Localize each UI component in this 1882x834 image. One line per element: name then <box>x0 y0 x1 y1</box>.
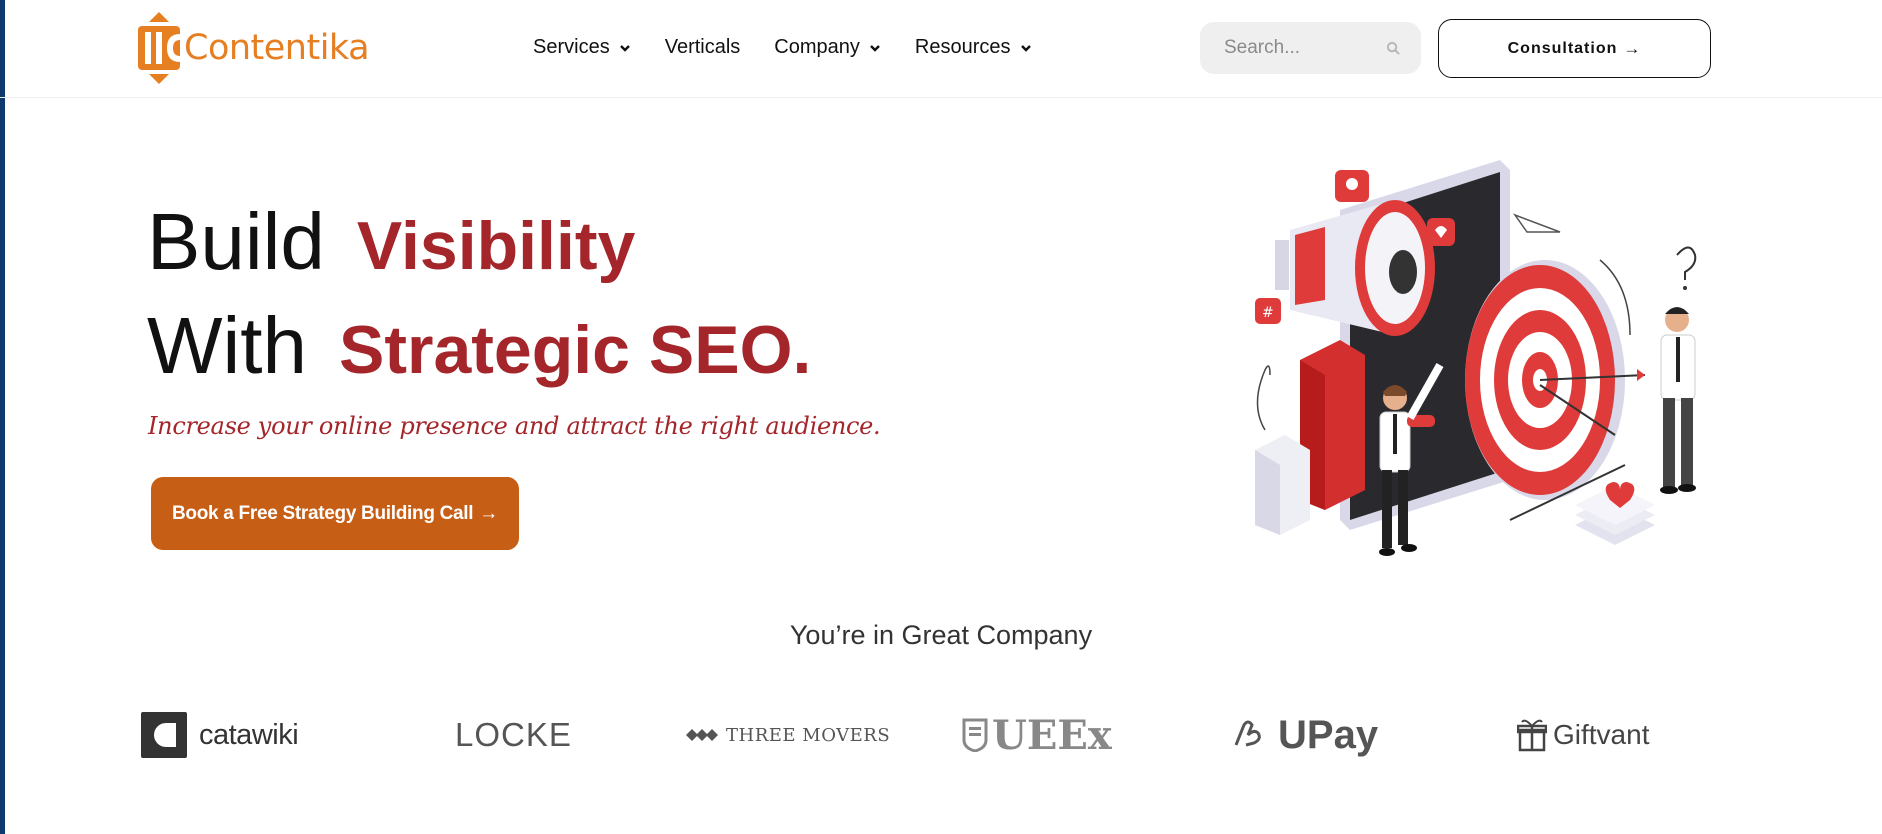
search-box <box>1200 22 1421 74</box>
client-logo-label: catawiki <box>199 718 299 751</box>
client-logo-locke: LOCKE <box>455 705 572 765</box>
arrow-right-icon: → <box>479 502 498 524</box>
megaphone-graphic <box>1275 200 1435 336</box>
book-strategy-call-button[interactable]: Book a Free Strategy Building Call → <box>151 477 519 550</box>
search-input[interactable] <box>1224 37 1374 59</box>
brand-logo[interactable]: Contentika <box>136 12 370 84</box>
site-header: Contentika Services Verticals Company Re… <box>0 0 1882 98</box>
client-logos-row: catawiki LOCKE THREE MOVERS UEEx UPay Gi… <box>0 705 1882 765</box>
cta-label: Book a Free Strategy Building Call <box>172 502 474 524</box>
client-logo-catawiki: catawiki <box>141 705 299 765</box>
nav-verticals[interactable]: Verticals <box>665 36 741 59</box>
nav-resources[interactable]: Resources <box>915 36 1032 59</box>
nav-services-label: Services <box>533 36 610 58</box>
client-logo-three-movers: THREE MOVERS <box>686 705 890 765</box>
chevron-down-icon <box>619 44 630 52</box>
client-logo-upay: UPay <box>1230 705 1378 765</box>
gift-box-icon <box>1517 719 1547 752</box>
nav-company-label: Company <box>774 36 860 58</box>
nav-resources-label: Resources <box>914 36 1011 58</box>
contentika-logo-icon <box>138 12 180 84</box>
client-logo-ueex: UEEx <box>962 705 1112 765</box>
client-logo-label: UEEx <box>992 711 1112 759</box>
hero-word-strategic-seo: Strategic SEO. <box>339 312 812 388</box>
upay-mark-icon <box>1234 720 1261 747</box>
client-logo-label: UPay <box>1278 712 1379 757</box>
hero-word-with: With <box>147 301 307 390</box>
nav-company[interactable]: Company <box>774 36 881 59</box>
consultation-label: Consultation <box>1507 39 1618 57</box>
search-icon[interactable] <box>1386 41 1401 56</box>
chevron-down-icon <box>1020 44 1031 52</box>
client-logo-giftvant: Giftvant <box>1517 705 1649 765</box>
hero-word-visibility: Visibility <box>356 208 636 284</box>
hero-word-build: Build <box>147 197 325 286</box>
nav-services[interactable]: Services <box>533 36 631 59</box>
clients-heading: You’re in Great Company <box>789 620 1093 650</box>
arrow-right-icon: → <box>1623 38 1642 58</box>
chevron-down-icon <box>870 44 880 52</box>
businessman-thinking-graphic <box>1660 246 1697 494</box>
svg-text:#: # <box>1262 305 1274 321</box>
catawiki-mark-icon <box>141 712 187 758</box>
main-nav: Services Verticals Company Resources <box>533 36 1066 59</box>
hero-heading-line-1: Build Visibility <box>147 196 635 288</box>
curved-arrow-graphic <box>1256 365 1271 431</box>
logo-text: Contentika <box>184 28 370 68</box>
hero-tagline: Increase your online presence and attrac… <box>148 412 881 440</box>
ueex-shield-icon <box>962 718 988 752</box>
heart-papers-graphic <box>1575 482 1655 545</box>
seo-marketing-illustration: # <box>1255 160 1697 556</box>
client-logo-label: THREE MOVERS <box>726 724 891 746</box>
client-logo-label: LOCKE <box>455 716 572 753</box>
consultation-button[interactable]: Consultation → <box>1438 19 1711 78</box>
three-movers-mark-icon <box>686 729 718 741</box>
client-logo-label: Giftvant <box>1553 719 1650 750</box>
nav-verticals-label: Verticals <box>664 36 741 58</box>
hero-heading-line-2: With Strategic SEO. <box>147 300 811 392</box>
paper-plane-icon <box>1512 213 1561 233</box>
